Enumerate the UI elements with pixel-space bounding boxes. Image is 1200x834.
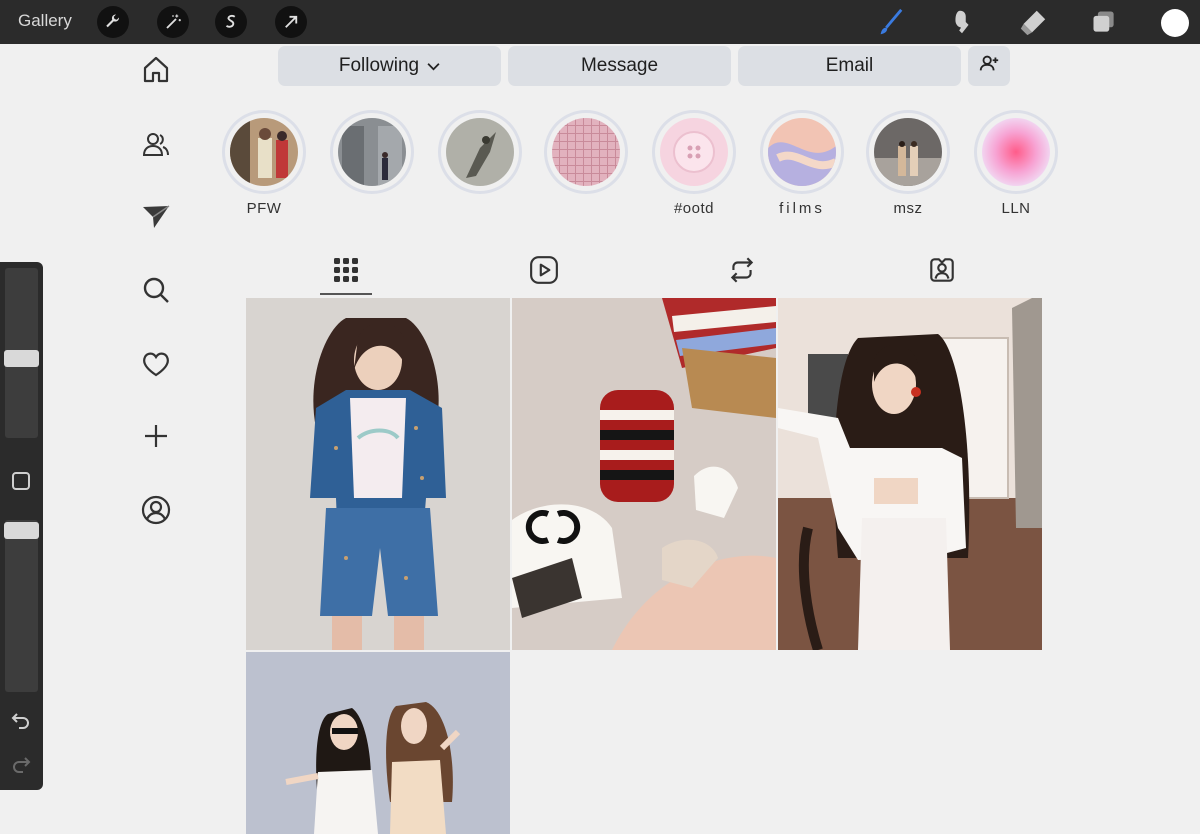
- highlight-label: PFW: [246, 200, 282, 217]
- reels-icon[interactable]: [524, 250, 564, 290]
- message-button[interactable]: Message: [508, 46, 731, 86]
- highlight-3[interactable]: [438, 110, 522, 218]
- smudge-icon[interactable]: [946, 6, 978, 38]
- modify-button[interactable]: [12, 472, 30, 490]
- selection-icon[interactable]: [215, 6, 247, 38]
- brush-size-thumb[interactable]: [4, 350, 39, 367]
- undo-icon[interactable]: [11, 710, 31, 735]
- highlight-label: msz: [893, 200, 923, 217]
- reposts-icon[interactable]: [722, 250, 762, 290]
- gallery-button[interactable]: Gallery: [18, 11, 72, 31]
- profile-icon[interactable]: [138, 492, 174, 528]
- following-button[interactable]: Following: [278, 46, 501, 86]
- highlight-label: #ootd: [673, 200, 715, 217]
- highlight-label: films: [779, 200, 825, 217]
- eraser-icon[interactable]: [1017, 6, 1049, 38]
- search-icon[interactable]: [138, 272, 174, 308]
- post-two-friends[interactable]: [246, 652, 510, 834]
- tagged-icon[interactable]: [922, 250, 962, 290]
- highlight-ootd[interactable]: #ootd: [652, 110, 736, 218]
- highlight-thumbnail: [446, 118, 514, 186]
- people-icon[interactable]: [138, 126, 174, 162]
- layers-icon[interactable]: [1088, 6, 1120, 38]
- highlight-thumbnail: [874, 118, 942, 186]
- highlight-lln[interactable]: LLN: [974, 110, 1058, 218]
- wrench-icon[interactable]: [97, 6, 129, 38]
- brush-icon[interactable]: [874, 6, 906, 38]
- active-tab-indicator: [320, 293, 372, 295]
- post-white-tweed-jacket[interactable]: [778, 298, 1042, 650]
- message-label: Message: [580, 55, 659, 76]
- highlight-thumbnail: [982, 118, 1050, 186]
- highlight-4[interactable]: [544, 110, 628, 218]
- email-button[interactable]: Email: [738, 46, 961, 86]
- add-user-icon: [978, 52, 1000, 80]
- post-chanel-bags[interactable]: [512, 298, 776, 650]
- home-icon[interactable]: [138, 52, 174, 88]
- transform-arrow-icon[interactable]: [275, 6, 307, 38]
- magic-wand-icon[interactable]: [157, 6, 189, 38]
- opacity-thumb[interactable]: [4, 522, 39, 539]
- post-denim-outfit[interactable]: [246, 298, 510, 650]
- highlight-label: LLN: [1001, 200, 1031, 217]
- highlight-thumbnail: [768, 118, 836, 186]
- email-label: Email: [825, 55, 874, 76]
- chevron-down-icon: [427, 58, 440, 74]
- redo-icon[interactable]: [11, 754, 31, 779]
- plus-icon[interactable]: [138, 418, 174, 454]
- highlight-thumbnail: [338, 118, 406, 186]
- highlight-msz[interactable]: msz: [866, 110, 950, 218]
- highlight-label: [438, 200, 522, 218]
- highlight-films[interactable]: films: [760, 110, 844, 218]
- brush-slider-panel: [0, 262, 43, 790]
- add-user-button[interactable]: [968, 46, 1010, 86]
- highlight-thumbnail: [660, 118, 728, 186]
- paper-plane-icon[interactable]: [138, 198, 174, 234]
- highlight-thumbnail: [552, 118, 620, 186]
- highlight-pfw[interactable]: PFW: [222, 110, 306, 218]
- color-icon[interactable]: [1161, 9, 1189, 37]
- highlight-thumbnail: [230, 118, 298, 186]
- highlight-label: [544, 200, 628, 218]
- highlight-2[interactable]: [330, 110, 414, 218]
- heart-icon[interactable]: [138, 346, 174, 382]
- opacity-slider[interactable]: [5, 520, 38, 692]
- highlight-label: [330, 200, 414, 218]
- grid-icon[interactable]: [326, 250, 366, 290]
- procreate-toolbar: Gallery: [0, 0, 1200, 44]
- following-label: Following: [338, 55, 420, 76]
